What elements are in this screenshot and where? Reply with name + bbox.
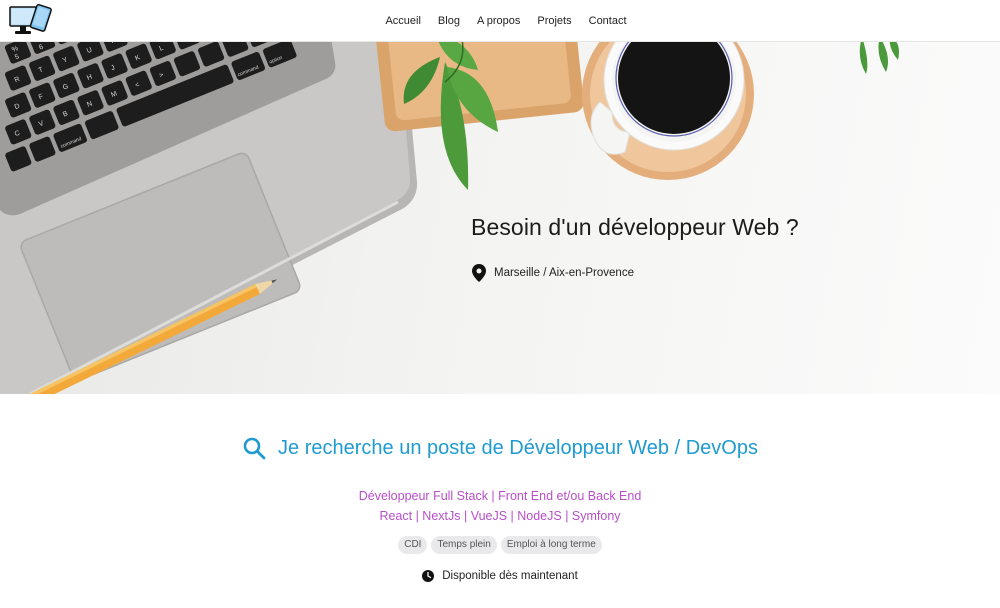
site-header: Accueil Blog A propos Projets Contact — [0, 0, 1000, 42]
hero-location-text: Marseille / Aix-en-Provence — [494, 267, 634, 279]
roles-block: Développeur Full Stack | Front End et/ou… — [0, 486, 1000, 526]
map-pin-icon — [472, 264, 486, 282]
tag-long-terme: Emploi à long terme — [500, 536, 602, 554]
nav-a-propos[interactable]: A propos — [477, 15, 520, 27]
nav-projets[interactable]: Projets — [537, 15, 571, 27]
clock-icon — [422, 570, 435, 582]
job-search-heading: Je recherche un poste de Développeur Web… — [0, 436, 1000, 460]
hero-location: Marseille / Aix-en-Provence — [472, 264, 634, 282]
hero-title: Besoin d'un développeur Web ? — [471, 214, 799, 240]
tag-list: CDI Temps plein Emploi à long terme — [0, 536, 1000, 554]
search-icon — [243, 437, 266, 460]
roles-line-2: React | NextJs | VueJS | NodeJS | Symfon… — [379, 509, 621, 523]
hero-section: % ^ & * ( ) 5 6 7 8 9 0 R T Y U I O P D — [0, 42, 1000, 394]
nav-accueil[interactable]: Accueil — [385, 15, 420, 27]
tag-cdi: CDI — [398, 536, 428, 554]
roles-line-1: Développeur Full Stack | Front End et/ou… — [358, 489, 642, 503]
availability: Disponible dès maintenant — [0, 570, 1000, 582]
nav-contact[interactable]: Contact — [589, 15, 627, 27]
job-search-title: Je recherche un poste de Développeur Web… — [278, 436, 758, 459]
tag-temps-plein: Temps plein — [431, 536, 497, 554]
availability-text: Disponible dès maintenant — [442, 570, 578, 582]
main-nav: Accueil Blog A propos Projets Contact — [0, 0, 1000, 42]
nav-blog[interactable]: Blog — [438, 15, 460, 27]
